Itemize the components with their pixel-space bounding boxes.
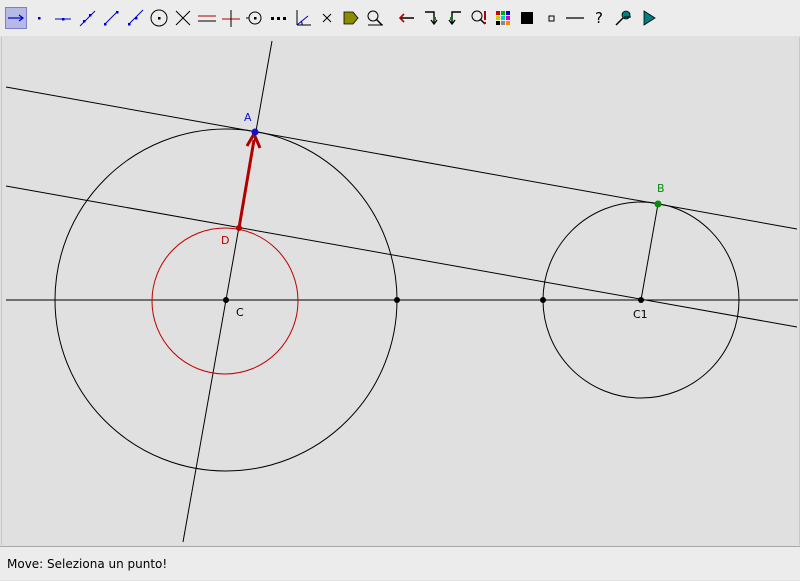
circle-tool-icon[interactable] <box>244 7 266 29</box>
label-c1: C1 <box>633 308 648 321</box>
segment-tool-icon[interactable] <box>100 7 122 29</box>
fill-tool-icon[interactable] <box>516 7 538 29</box>
point-b[interactable] <box>654 200 662 208</box>
redo-tool-icon[interactable] <box>420 7 442 29</box>
drawing-canvas[interactable]: A B C C1 D <box>1 37 800 545</box>
point-big-circle-right[interactable] <box>394 297 400 303</box>
toolbar: ? <box>0 0 800 36</box>
vector-d-a[interactable] <box>237 139 256 229</box>
perpendicular-line-tool-icon[interactable] <box>220 7 242 29</box>
label-tool-icon[interactable] <box>340 7 362 29</box>
help-glyph: ? <box>595 9 603 27</box>
point-d[interactable] <box>236 225 242 231</box>
point-tool-icon[interactable] <box>28 7 50 29</box>
point-style-tool-icon[interactable] <box>540 7 562 29</box>
points-tool-icon[interactable] <box>268 7 290 29</box>
zoom-tool-icon[interactable] <box>364 7 386 29</box>
angle-tool-icon[interactable] <box>292 7 314 29</box>
play-tool-icon[interactable] <box>638 7 660 29</box>
point-c1[interactable] <box>638 297 644 303</box>
ray-tool-icon[interactable] <box>124 7 146 29</box>
point-a[interactable] <box>251 128 259 136</box>
label-b: B <box>657 182 665 195</box>
delete-tool-icon[interactable] <box>316 7 338 29</box>
tangent-line-d[interactable] <box>5 185 798 328</box>
status-message: Move: Seleziona un punto! <box>7 557 168 571</box>
search-tool-icon[interactable] <box>468 7 490 29</box>
back-arrow-tool-icon[interactable] <box>396 7 418 29</box>
color-palette-tool-icon[interactable] <box>492 7 514 29</box>
tangent-line-a[interactable] <box>5 86 798 230</box>
point-right-circle-left[interactable] <box>540 297 546 303</box>
point-on-line-tool-icon[interactable] <box>52 7 74 29</box>
move-tool-icon[interactable] <box>5 7 27 29</box>
label-c: C <box>236 306 244 319</box>
undo-tool-icon[interactable] <box>444 7 466 29</box>
magnet-tool-icon[interactable] <box>612 7 634 29</box>
geometry-construction: A B C C1 D <box>5 40 798 543</box>
intersect-tool-icon[interactable] <box>172 7 194 29</box>
parallel-line-tool-icon[interactable] <box>196 7 218 29</box>
line-tool-icon[interactable] <box>76 7 98 29</box>
status-bar: Move: Seleziona un punto! <box>0 546 800 580</box>
label-a: A <box>244 111 252 124</box>
segment-c1-b[interactable] <box>640 203 659 301</box>
line-style-tool-icon[interactable] <box>564 7 586 29</box>
label-d: D <box>221 234 229 247</box>
help-tool-icon[interactable]: ? <box>588 7 610 29</box>
radius-line-ca[interactable] <box>182 40 273 543</box>
circle-center-point-tool-icon[interactable] <box>148 7 170 29</box>
point-c[interactable] <box>223 297 229 303</box>
